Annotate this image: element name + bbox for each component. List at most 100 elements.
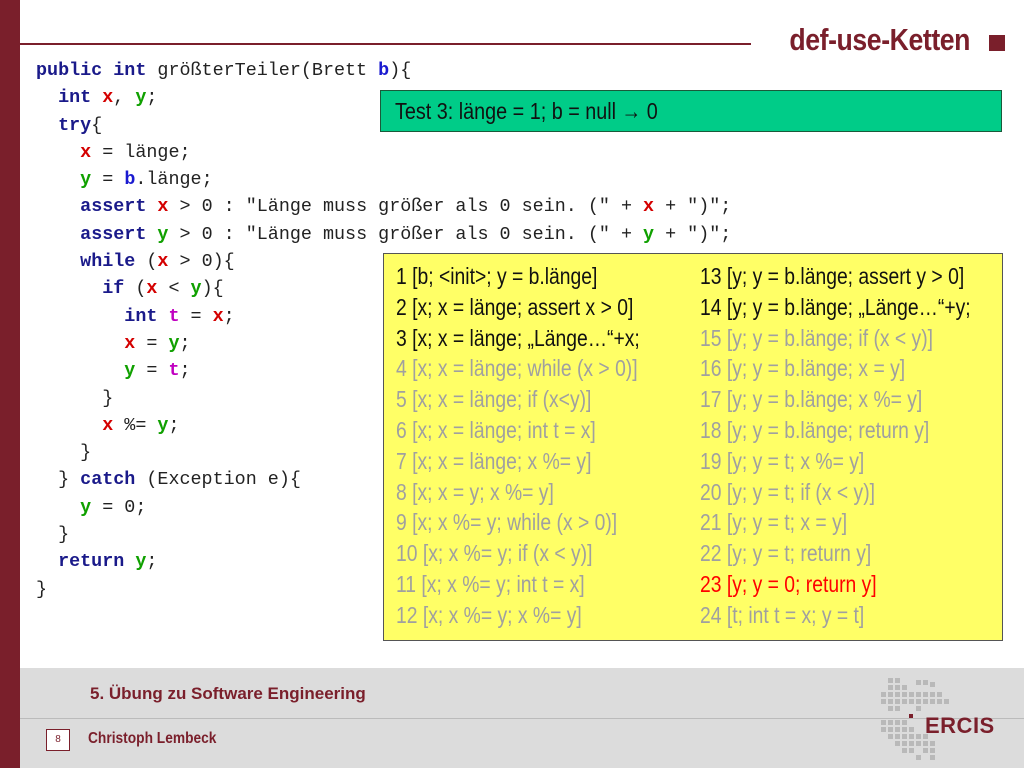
code-text: = — [91, 169, 125, 191]
code-text: } — [36, 578, 48, 600]
code-variable: y — [124, 360, 136, 382]
code-variable: y — [135, 87, 147, 109]
code-variable: y — [135, 551, 147, 573]
code-variable: y — [643, 223, 655, 245]
code-text: ; — [168, 414, 180, 436]
def-use-chain-item: 12 [x; x %= y; x %= y] — [396, 601, 582, 628]
code-text: ( — [135, 251, 158, 273]
code-text: %= — [113, 414, 158, 436]
code-variable: x — [212, 305, 224, 327]
code-variable: t — [168, 360, 180, 382]
code-line: y = b.länge; — [36, 166, 731, 193]
code-variable: x — [157, 196, 169, 218]
code-text: + ")"; — [654, 223, 732, 245]
test-case-result: 0 — [646, 98, 658, 124]
code-variable: x — [80, 141, 92, 163]
page-number: 8 — [46, 729, 70, 751]
code-keyword: assert — [80, 223, 147, 245]
code-text: ; — [146, 551, 158, 573]
code-variable: x — [643, 196, 655, 218]
code-text: = 0; — [91, 496, 147, 518]
test-case-box: Test 3: länge = 1; b = null → 0 — [380, 90, 1002, 132]
code-text: = — [135, 332, 169, 354]
code-text: ; — [223, 305, 235, 327]
def-use-chain-item: 5 [x; x = länge; if (x<y)] — [396, 386, 592, 413]
code-variable: x — [102, 414, 114, 436]
code-variable: x — [124, 332, 136, 354]
def-use-chain-item: 2 [x; x = länge; assert x > 0] — [396, 293, 634, 320]
code-variable: y — [80, 169, 92, 191]
title-divider — [20, 43, 751, 45]
code-keyword: try — [58, 114, 92, 136]
code-keyword: while — [80, 251, 136, 273]
code-text: ){ — [389, 60, 412, 81]
code-keyword: int — [113, 60, 147, 81]
def-use-chain-item: 6 [x; x = länge; int t = x] — [396, 417, 596, 443]
code-variable: t — [168, 305, 180, 327]
code-text: } — [36, 442, 92, 464]
code-line: assert x > 0 : "Länge muss größer als 0 … — [36, 193, 731, 220]
code-text: ; — [146, 87, 158, 109]
def-use-chain-item: 24 [t; int t = x; y = t] — [700, 601, 865, 628]
code-keyword: int — [58, 87, 92, 109]
code-variable: b — [378, 60, 390, 81]
course-name: 5. Übung zu Software Engineering — [90, 684, 366, 703]
code-text: + ")"; — [654, 196, 732, 218]
code-variable: y — [157, 223, 169, 245]
def-use-chain-item: 16 [y; y = b.länge; x = y] — [700, 355, 906, 382]
code-text: , — [113, 87, 136, 109]
footer-divider — [20, 718, 1024, 719]
code-text: } — [36, 524, 70, 546]
def-use-chain-item: 14 [y; y = b.länge; „Länge…“+y; — [700, 293, 971, 320]
slide-title: def-use-Ketten — [789, 22, 970, 57]
code-text: { — [91, 114, 103, 136]
code-text: .länge; — [135, 169, 213, 191]
title-square-icon — [989, 35, 1005, 51]
code-variable: y — [190, 278, 202, 300]
def-use-chain-item: 11 [x; x %= y; int t = x] — [396, 571, 585, 597]
code-variable: y — [168, 332, 180, 354]
code-line: public int größterTeiler(Brett b){ — [36, 57, 731, 84]
code-variable: y — [157, 414, 169, 436]
code-text: ( — [124, 278, 147, 300]
code-text: > 0 : "Länge muss größer als 0 sein. (" … — [168, 223, 644, 245]
code-text: ; — [179, 360, 191, 382]
code-keyword: assert — [80, 196, 147, 218]
def-use-chain-item: 3 [x; x = länge; „Länge…“+x; — [396, 324, 640, 351]
code-keyword: int — [124, 305, 158, 327]
code-text: ){ — [201, 278, 224, 300]
def-use-chain-item: 19 [y; y = t; x %= y] — [700, 447, 865, 474]
author-name: Christoph Lembeck — [88, 730, 217, 747]
def-use-chain-item: 1 [b; <init>; y = b.länge] — [396, 263, 598, 289]
def-use-chain-item: 17 [y; y = b.länge; x %= y] — [700, 386, 923, 413]
code-text: > 0 : "Länge muss größer als 0 sein. (" … — [168, 196, 644, 218]
code-variable: y — [80, 496, 92, 518]
def-use-chain-item: 10 [x; x %= y; if (x < y)] — [396, 540, 593, 567]
code-keyword: public — [36, 60, 103, 81]
def-use-chain-item: 23 [y; y = 0; return y] — [700, 571, 877, 597]
code-text: = länge; — [91, 141, 191, 163]
code-keyword: catch — [80, 469, 136, 491]
code-text: (Exception e){ — [135, 469, 301, 491]
def-use-chain-item: 4 [x; x = länge; while (x > 0)] — [396, 355, 638, 382]
def-use-chain-item: 7 [x; x = länge; x %= y] — [396, 447, 592, 474]
